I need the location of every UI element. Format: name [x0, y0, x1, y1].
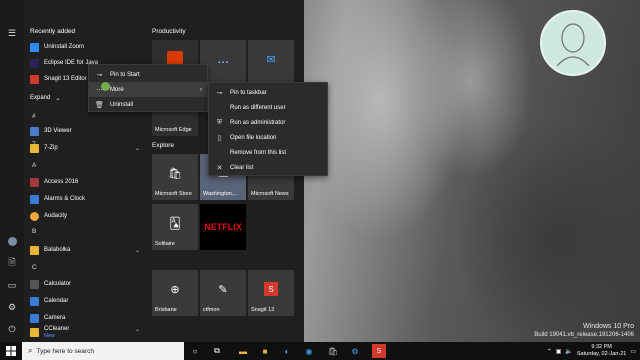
netflix-logo: NETFLIX: [204, 222, 242, 232]
edge-taskbar-icon[interactable]: ◐: [280, 344, 294, 358]
pictures-icon[interactable]: ▭: [4, 278, 20, 292]
tile-ctfmon[interactable]: ✎ ctfmon: [200, 270, 246, 316]
store-taskbar-icon[interactable]: 🛍: [326, 344, 340, 358]
taskbar: ⌕ Type here to search ○ ⧉ ▬ ■ ◐ ◉ 🛍 ⚙ S …: [0, 342, 640, 360]
list-item-camera[interactable]: Camera: [30, 311, 146, 325]
file-explorer-icon[interactable]: ▬: [236, 344, 250, 358]
snagit-taskbar-icon[interactable]: S: [372, 344, 386, 358]
chevron-down-icon: ⌄: [134, 145, 140, 152]
taskbar-search-box[interactable]: ⌕ Type here to search: [22, 342, 184, 360]
hamburger-menu-icon[interactable]: ☰: [4, 26, 20, 40]
list-item-ccleaner[interactable]: CCleaner New ⌄: [30, 326, 146, 340]
tile-brisbane[interactable]: ⊕ Brisbane: [152, 270, 198, 316]
task-view-icon[interactable]: ⧉: [210, 344, 224, 358]
audacity-icon: [30, 211, 39, 221]
pin-icon: ⊸: [216, 89, 223, 97]
group-heading-explore[interactable]: Explore: [152, 142, 174, 149]
menu-item-remove-from-list[interactable]: Remove from this list: [209, 145, 327, 160]
folder-icon: [30, 245, 39, 255]
list-item-alarms[interactable]: Alarms & Clock: [30, 192, 146, 206]
3d-viewer-icon: [30, 126, 39, 136]
section-letter-hash[interactable]: #: [32, 113, 36, 120]
list-item-3d-viewer[interactable]: 3D Viewer: [30, 124, 146, 138]
file-location-icon: ▯: [217, 134, 222, 142]
list-item-calendar[interactable]: Calendar: [30, 294, 146, 308]
section-letter-a[interactable]: A: [32, 162, 36, 169]
list-item-access[interactable]: Access 2016: [30, 175, 146, 189]
tile-netflix[interactable]: NETFLIX: [200, 204, 246, 250]
menu-item-pin-to-start[interactable]: ⊸ Pin to Start: [89, 67, 207, 82]
desktop-avatar-icon[interactable]: [540, 10, 606, 76]
chevron-down-icon: ⌄: [134, 327, 140, 333]
list-item-audacity[interactable]: Audacity: [30, 209, 146, 223]
menu-item-clear-list[interactable]: ✕ Clear list: [209, 160, 327, 175]
notifications-icon[interactable]: ▭: [630, 348, 636, 355]
section-letter-c[interactable]: C: [32, 264, 37, 271]
keyboard-pen-icon: ✎: [218, 283, 228, 296]
admin-shield-icon: ⛨: [216, 118, 223, 126]
search-icon: ⌕: [28, 346, 33, 355]
office-apps-icon: ▪ ▪ ▪: [218, 60, 228, 66]
chevron-down-icon: ⌄: [134, 247, 140, 254]
mail-icon: ✉: [266, 53, 276, 66]
system-tray: ⌃ ▣ 🔈 9:32 PM Saturday, 02-Jan-21 ▭: [547, 342, 636, 360]
new-badge: New: [44, 333, 56, 339]
more-submenu: ⊸ Pin to taskbar Run as different user ⛨…: [208, 82, 328, 176]
tile-snagit[interactable]: S Snagit 13: [248, 270, 294, 316]
calculator-icon: [30, 279, 39, 289]
power-icon[interactable]: ⏻: [4, 322, 20, 336]
menu-item-run-as-different-user[interactable]: Run as different user: [209, 100, 327, 115]
trash-icon: 🗑: [95, 101, 104, 109]
zoom-icon: [30, 42, 39, 52]
chevron-down-icon: ⌄: [55, 95, 61, 102]
cursor-highlight: [101, 82, 110, 91]
menu-item-run-as-administrator[interactable]: ⛨ Run as administrator: [209, 115, 327, 130]
windows-edition-text: Windows 10 Pro: [583, 323, 634, 330]
list-item-uninstall-zoom[interactable]: Uninstall Zoom: [30, 40, 146, 54]
group-heading-productivity[interactable]: Productivity: [152, 28, 186, 35]
volume-icon[interactable]: 🔈: [565, 348, 572, 355]
list-item-7zip[interactable]: 7-Zip ⌄: [30, 141, 146, 155]
store-bag-icon: 🛍: [168, 167, 182, 180]
globe-icon: ⊕: [170, 283, 180, 296]
calendar-icon: [30, 296, 39, 306]
settings-gear-icon[interactable]: ⚙: [4, 300, 20, 314]
section-letter-b[interactable]: B: [32, 228, 36, 235]
list-item-balabolka[interactable]: Balabolka ⌄: [30, 243, 146, 257]
start-button[interactable]: [0, 342, 22, 360]
solitaire-cards-icon: 🂡: [169, 217, 181, 230]
windows-build-text: Build 19041.vb_release.191206-1406: [534, 332, 634, 338]
chevron-right-icon: ›: [200, 86, 202, 93]
menu-item-pin-to-taskbar[interactable]: ⊸ Pin to taskbar: [209, 85, 327, 100]
folder-icon: [30, 143, 39, 153]
eclipse-icon: [30, 58, 39, 68]
snagit-icon: S: [264, 282, 278, 296]
app-list: Recently added Uninstall Zoom Eclipse ID…: [24, 0, 148, 342]
alarm-clock-icon: [30, 194, 39, 204]
show-hidden-icons-icon[interactable]: ⌃: [547, 348, 552, 355]
windows-logo-icon: [6, 346, 16, 356]
list-item-calculator[interactable]: Calculator: [30, 277, 146, 291]
close-icon: ✕: [216, 164, 223, 172]
camera-icon: [30, 313, 39, 323]
cortana-icon[interactable]: ○: [188, 344, 202, 358]
network-icon[interactable]: ▣: [556, 348, 562, 355]
documents-icon[interactable]: 🗎: [4, 256, 20, 270]
folder-icon[interactable]: ■: [258, 344, 272, 358]
pin-icon: ⊸: [96, 71, 103, 79]
start-rail: ☰ 🗎 ▭ ⚙ ⏻: [0, 0, 24, 342]
menu-item-open-file-location[interactable]: ▯ Open file location: [209, 130, 327, 145]
tile-solitaire[interactable]: 🂡 Solitaire: [152, 204, 198, 250]
menu-item-uninstall[interactable]: 🗑 Uninstall: [89, 97, 207, 112]
recently-added-heading: Recently added: [30, 28, 76, 35]
access-icon: [30, 177, 39, 187]
tile-microsoft-store[interactable]: 🛍 Microsoft Store: [152, 154, 198, 200]
eclipse-taskbar-icon[interactable]: ◉: [302, 344, 316, 358]
snagit-icon: [30, 74, 39, 84]
steam-icon[interactable]: ⚙: [348, 344, 362, 358]
folder-icon: [30, 328, 39, 337]
user-account-icon[interactable]: [4, 234, 20, 248]
clock[interactable]: 9:32 PM Saturday, 02-Jan-21: [577, 344, 626, 358]
tile-mail[interactable]: ✉: [248, 40, 294, 86]
